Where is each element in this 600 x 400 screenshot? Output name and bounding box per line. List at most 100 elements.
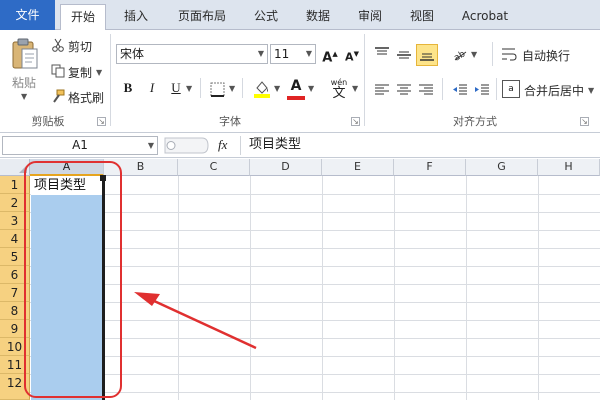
svg-text:ab: ab [452, 49, 467, 62]
align-center-icon [397, 84, 411, 95]
gridline [322, 176, 323, 400]
cut-button[interactable]: 剪切 [68, 38, 92, 55]
merge-center-button[interactable]: 合并后居中 [524, 82, 584, 99]
fill-color-icon [254, 81, 270, 98]
align-top-button[interactable] [372, 44, 392, 64]
column-header-e[interactable]: E [322, 159, 394, 176]
align-top-icon [375, 47, 389, 55]
font-size-value: 11 [274, 47, 290, 61]
annotation-highlight-box [24, 161, 122, 398]
copy-button[interactable]: 复制 [68, 64, 92, 81]
formula-bar: A1 ▼ fx 项目类型 [0, 134, 600, 158]
tab-review[interactable]: 审阅 [348, 4, 392, 30]
scissors-icon [50, 37, 66, 53]
gridline [466, 176, 467, 400]
tab-formulas[interactable]: 公式 [244, 4, 288, 30]
align-bottom-button[interactable] [416, 44, 438, 66]
font-launcher-icon[interactable]: ↘ [351, 117, 360, 126]
font-color-swatch [287, 96, 305, 100]
fill-color-button[interactable] [252, 78, 272, 100]
chevron-down-icon[interactable]: ▼ [148, 137, 154, 154]
align-middle-icon [397, 51, 411, 59]
chevron-down-icon[interactable]: ▼ [306, 45, 312, 63]
separator [492, 42, 493, 66]
formula-input[interactable]: 项目类型 [240, 136, 598, 155]
grow-font-button[interactable]: A▲ [320, 44, 340, 66]
font-group-label: 字体 [219, 115, 241, 128]
shrink-font-button[interactable]: A▼ [342, 44, 362, 64]
font-name-combo[interactable]: 宋体 ▼ [116, 44, 268, 64]
group-separator [110, 34, 111, 126]
gridline [394, 176, 395, 400]
alignment-launcher-icon[interactable]: ↘ [580, 117, 589, 126]
border-icon [210, 82, 224, 97]
fill-color-dropdown-icon[interactable]: ▼ [274, 84, 280, 93]
tab-home[interactable]: 开始 [60, 4, 106, 31]
wrap-text-button[interactable]: 自动换行 [522, 47, 570, 64]
separator [200, 78, 201, 98]
paste-label[interactable]: 粘贴 [12, 74, 36, 91]
merge-dropdown-icon[interactable]: ▼ [588, 86, 594, 95]
name-box[interactable]: A1 ▼ [2, 136, 158, 155]
border-button[interactable] [208, 80, 226, 98]
tab-page-layout[interactable]: 页面布局 [166, 4, 238, 30]
clipboard-group-label: 剪贴板 [31, 115, 65, 128]
font-name-value: 宋体 [120, 47, 145, 61]
merge-icon: a [502, 80, 520, 98]
column-header-h[interactable]: H [538, 159, 600, 176]
format-painter-button[interactable]: 格式刷 [68, 89, 104, 106]
tab-data[interactable]: 数据 [296, 4, 340, 30]
align-left-icon [375, 84, 389, 95]
font-color-button[interactable]: A [286, 76, 306, 96]
fx-icon[interactable]: fx [218, 136, 227, 154]
font-size-combo[interactable]: 11 ▼ [270, 44, 316, 64]
align-right-icon [419, 84, 433, 95]
column-header-f[interactable]: F [394, 159, 466, 176]
font-color-icon: A [290, 78, 302, 94]
align-center-button[interactable] [394, 80, 414, 100]
ribbon-tab-bar: 文件 开始 插入 页面布局 公式 数据 审阅 视图 Acrobat [0, 0, 600, 31]
border-dropdown-icon[interactable]: ▼ [229, 84, 235, 93]
orientation-button[interactable]: ab [450, 44, 470, 64]
align-left-button[interactable] [372, 80, 392, 100]
decrease-indent-button[interactable] [450, 80, 470, 100]
underline-dropdown-icon[interactable]: ▼ [186, 84, 192, 93]
grow-font-icon: A [322, 50, 333, 66]
tab-view[interactable]: 视图 [400, 4, 444, 30]
chevron-down-icon[interactable]: ▼ [258, 45, 264, 63]
align-middle-button[interactable] [394, 44, 414, 64]
paste-dropdown-icon[interactable]: ▼ [21, 92, 27, 101]
merge-icon-text: a [508, 84, 514, 94]
column-header-c[interactable]: C [178, 159, 250, 176]
orientation-dropdown-icon[interactable]: ▼ [471, 50, 477, 59]
wrap-icon [500, 44, 518, 64]
phonetic-icon-char: 文 [332, 85, 346, 101]
separator [242, 78, 243, 98]
tab-insert[interactable]: 插入 [112, 4, 160, 30]
paste-button[interactable] [8, 36, 42, 72]
italic-button[interactable]: I [142, 78, 162, 98]
alignment-group-label: 对齐方式 [453, 115, 497, 128]
gridline [178, 176, 179, 400]
increase-indent-icon [475, 84, 489, 95]
name-box-value: A1 [72, 138, 88, 152]
copy-icon [50, 63, 66, 79]
bold-button[interactable]: B [118, 78, 138, 98]
tab-file[interactable]: 文件 [0, 0, 55, 30]
group-separator [364, 34, 365, 126]
column-header-g[interactable]: G [466, 159, 538, 176]
align-bottom-icon [420, 53, 434, 61]
underline-button[interactable]: U [166, 78, 186, 98]
tab-acrobat[interactable]: Acrobat [452, 4, 518, 30]
align-right-button[interactable] [416, 80, 436, 100]
phonetic-dropdown-icon[interactable]: ▼ [352, 84, 358, 93]
paste-icon [12, 38, 38, 69]
column-header-d[interactable]: D [250, 159, 322, 176]
format-painter-icon [50, 88, 66, 104]
copy-dropdown-icon[interactable]: ▼ [96, 68, 102, 77]
phonetic-button[interactable]: wén 文 [326, 76, 352, 102]
clipboard-launcher-icon[interactable]: ↘ [97, 117, 106, 126]
increase-indent-button[interactable] [472, 80, 492, 100]
font-color-dropdown-icon[interactable]: ▼ [308, 84, 314, 93]
ribbon-home: 粘贴 ▼ 剪切 复制 ▼ 格式刷 剪贴板 ↘ 宋体 ▼ 11 ▼ A▲ A▼ B… [0, 30, 600, 133]
